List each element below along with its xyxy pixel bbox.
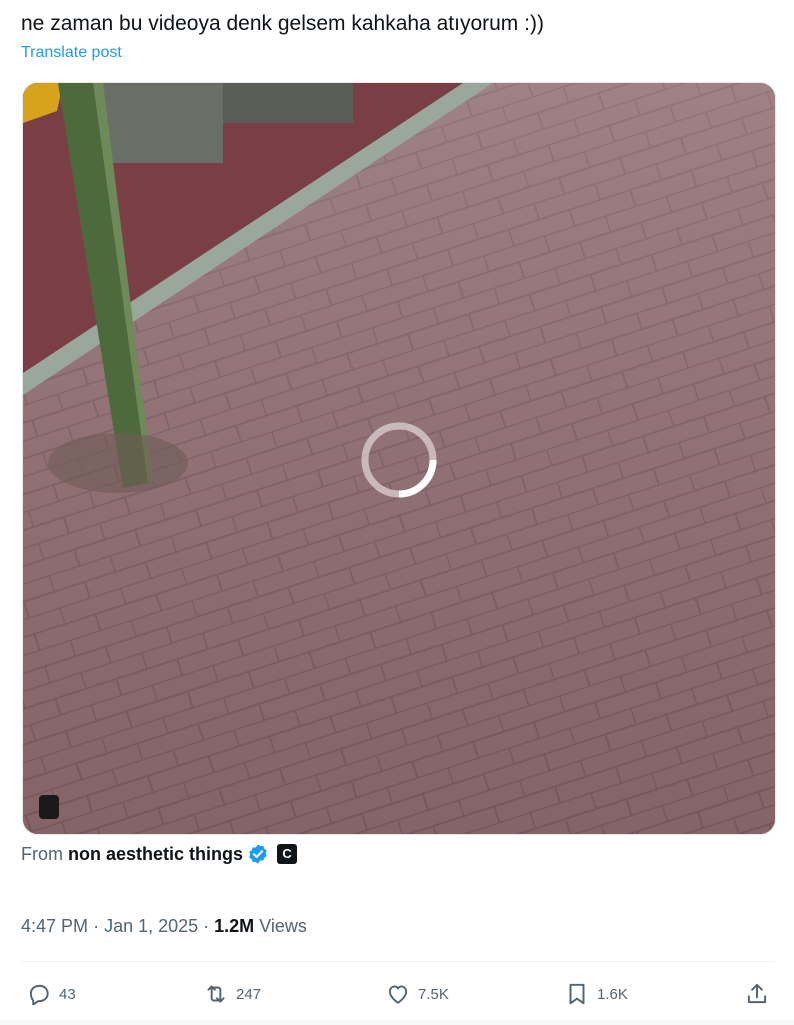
repost-count: 247	[236, 985, 262, 1003]
loading-spinner-icon	[361, 422, 437, 498]
action-bar: 43 247 7.5K 1.6K	[0, 978, 794, 1010]
post-metadata: 4:47 PM · Jan 1, 2025 · 1.2M Views	[21, 914, 307, 938]
source-account-name[interactable]: non aesthetic things	[68, 842, 243, 866]
page-bottom-edge	[0, 1020, 794, 1025]
source-attribution: From non aesthetic things C	[21, 842, 298, 866]
like-count: 7.5K	[418, 985, 449, 1003]
meta-separator: ·	[203, 916, 215, 936]
meta-separator: ·	[93, 916, 105, 936]
post-time[interactable]: 4:47 PM	[21, 916, 88, 936]
media-badge-icon	[39, 795, 59, 819]
share-button[interactable]	[744, 978, 777, 1010]
source-prefix: From	[21, 844, 63, 864]
heart-icon	[388, 985, 408, 1004]
reply-button[interactable]: 43	[26, 978, 76, 1010]
divider	[21, 961, 775, 962]
repost-icon	[207, 985, 225, 1003]
bookmark-count: 1.6K	[597, 985, 628, 1003]
creator-badge-icon: C	[277, 844, 298, 864]
views-label: Views	[259, 916, 307, 936]
reply-count: 43	[59, 985, 76, 1003]
video-player[interactable]	[22, 82, 776, 835]
post-date[interactable]: Jan 1, 2025	[104, 916, 198, 936]
repost-button[interactable]: 247	[203, 978, 261, 1010]
share-icon	[747, 983, 767, 1004]
bookmark-button[interactable]: 1.6K	[564, 978, 628, 1010]
verified-badge-icon	[249, 844, 267, 864]
like-button[interactable]: 7.5K	[385, 978, 449, 1010]
views-count: 1.2M	[214, 916, 255, 936]
bookmark-icon	[569, 983, 585, 1005]
reply-icon	[29, 984, 49, 1006]
translate-post-link[interactable]: Translate post	[21, 43, 122, 63]
post-text: ne zaman bu videoya denk gelsem kahkaha …	[21, 12, 544, 35]
